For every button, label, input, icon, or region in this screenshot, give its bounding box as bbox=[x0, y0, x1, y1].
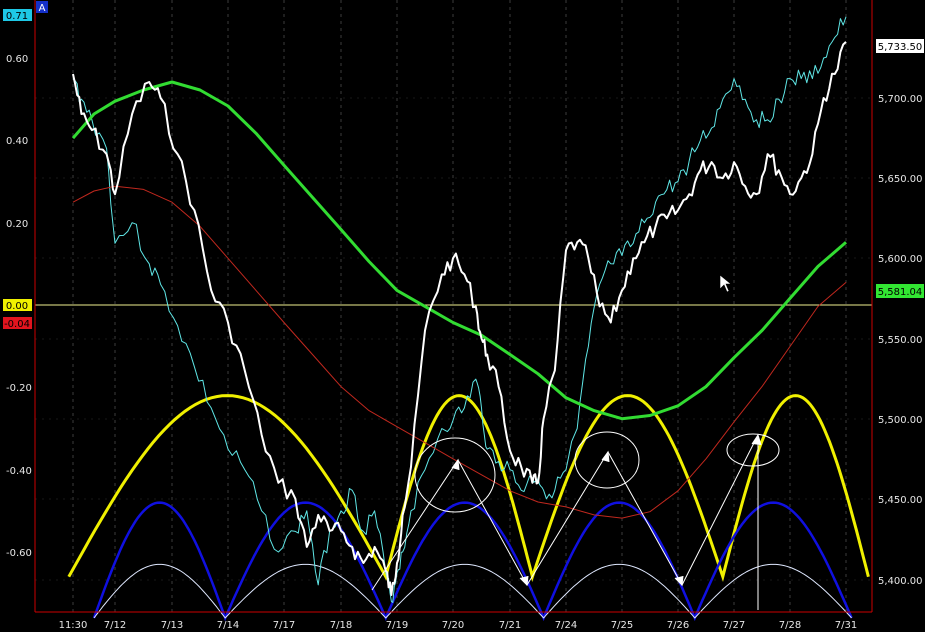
right-ma-tag: 5,581.04 bbox=[876, 284, 924, 298]
right-price-tag-text: 5,733.50 bbox=[878, 42, 923, 53]
x-tick-label: 7/18 bbox=[330, 620, 352, 631]
x-tick-label: 7/28 bbox=[779, 620, 801, 631]
y-left-tick-label: -0.40 bbox=[6, 466, 32, 477]
left-value-tag: -0.04 bbox=[3, 317, 32, 330]
y-right-tick-label: 5,400.00 bbox=[878, 576, 923, 587]
x-tick-label: 7/27 bbox=[723, 620, 745, 631]
x-tick-label: 7/19 bbox=[386, 620, 408, 631]
left-zero-tag-text: 0.00 bbox=[6, 301, 28, 312]
y-right-tick-label: 5,600.00 bbox=[878, 254, 923, 265]
y-left-tick-label: 0.20 bbox=[6, 219, 28, 230]
y-right-tick-label: 5,450.00 bbox=[878, 495, 923, 506]
panel-badge: A bbox=[36, 1, 48, 14]
y-right-tick-label: 5,700.00 bbox=[878, 94, 923, 105]
x-tick-label: 7/20 bbox=[442, 620, 464, 631]
x-axis: 11:30 7/12 7/13 7/14 7/17 7/18 7/19 7/20 7/21 7/2… bbox=[59, 620, 858, 631]
x-tick-label: 7/25 bbox=[611, 620, 633, 631]
x-tick-label: 7/14 bbox=[217, 620, 239, 631]
y-right-tick-label: 5,550.00 bbox=[878, 335, 923, 346]
x-tick-label: 7/24 bbox=[555, 620, 577, 631]
x-tick-label: 7/21 bbox=[499, 620, 521, 631]
y-left-tick-label: -0.60 bbox=[6, 548, 32, 559]
x-tick-label: 11:30 bbox=[59, 620, 88, 631]
left-zero-tag: 0.00 bbox=[3, 299, 32, 312]
y-left-tick-label: -0.20 bbox=[6, 383, 32, 394]
chart-background bbox=[0, 0, 925, 632]
right-price-tag: 5,733.50 bbox=[876, 39, 924, 53]
x-tick-label: 7/13 bbox=[161, 620, 183, 631]
left-top-tag: 0.71 bbox=[3, 9, 32, 22]
x-tick-label: 7/26 bbox=[667, 620, 689, 631]
panel-badge-text: A bbox=[39, 3, 46, 14]
y-right-tick-label: 5,650.00 bbox=[878, 174, 923, 185]
y-left-tick-label: 0.60 bbox=[6, 54, 28, 65]
right-ma-tag-text: 5,581.04 bbox=[878, 287, 923, 298]
left-top-tag-text: 0.71 bbox=[6, 11, 28, 22]
x-tick-label: 7/17 bbox=[273, 620, 295, 631]
x-tick-label: 7/12 bbox=[104, 620, 126, 631]
cycle-chart: 0.60 0.40 0.20 0.00 -0.20 -0.40 -0.60 5,700.00… bbox=[0, 0, 925, 632]
y-left-tick-label: 0.40 bbox=[6, 136, 28, 147]
left-value-tag-text: -0.04 bbox=[4, 319, 30, 330]
y-right-tick-label: 5,500.00 bbox=[878, 415, 923, 426]
x-tick-label: 7/31 bbox=[835, 620, 857, 631]
